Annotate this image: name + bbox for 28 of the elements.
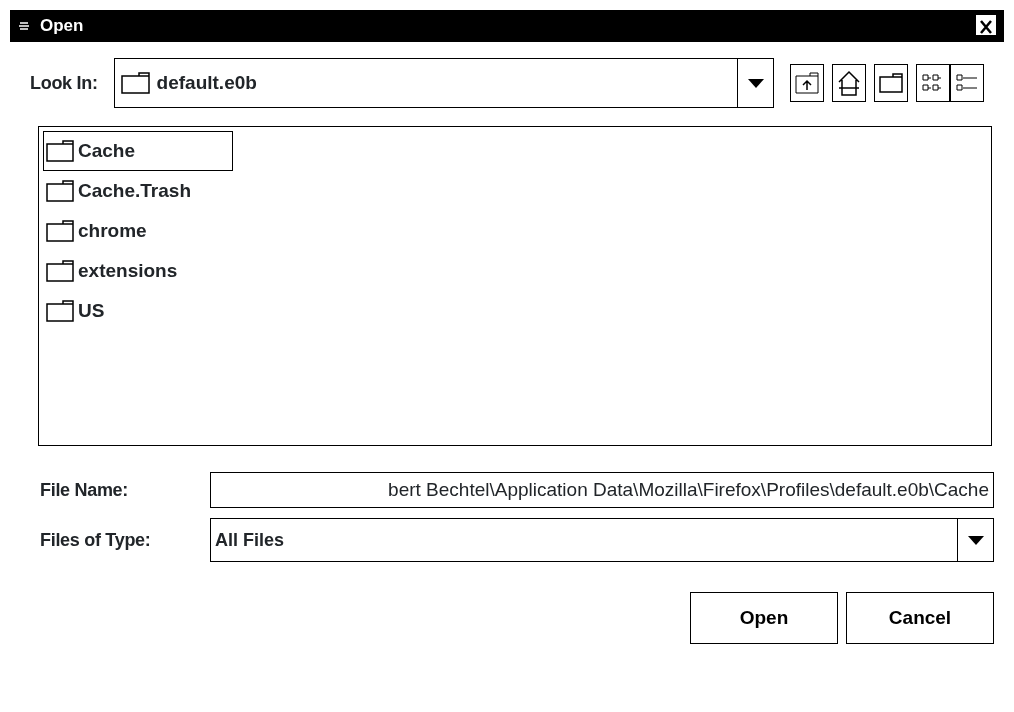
- close-button[interactable]: [976, 15, 996, 37]
- open-button[interactable]: Open: [690, 592, 838, 644]
- list-view-button[interactable]: [916, 64, 950, 102]
- file-type-label: Files of Type:: [40, 528, 152, 552]
- folder-icon: [46, 300, 74, 322]
- folder-icon: [46, 220, 74, 242]
- details-view-icon: [955, 72, 979, 94]
- home-icon: [837, 70, 861, 96]
- folder-icon: [46, 260, 74, 282]
- details-view-button[interactable]: [950, 64, 984, 102]
- window-title: Open: [40, 15, 84, 38]
- folder-icon: [46, 140, 74, 162]
- file-name-field[interactable]: bert Bechtel\Application Data\Mozilla\Firefox\Profiles\default.e0b\Cache: [210, 472, 994, 508]
- home-button[interactable]: [832, 64, 866, 102]
- look-in-dropdown[interactable]: default.e0b: [113, 58, 774, 108]
- look-in-label: Look In:: [30, 71, 98, 95]
- close-icon: [979, 18, 993, 35]
- folder-icon: [120, 72, 151, 94]
- cancel-button[interactable]: Cancel: [846, 592, 994, 644]
- folder-icon: [46, 180, 74, 202]
- up-folder-button[interactable]: [790, 64, 824, 102]
- file-list-item[interactable]: Cache: [43, 131, 233, 171]
- file-name-label: File Name:: [40, 478, 130, 502]
- menu-icon[interactable]: [18, 20, 30, 32]
- new-folder-button[interactable]: [874, 64, 908, 102]
- folder-icon: [879, 73, 903, 93]
- file-type-dropdown[interactable]: All Files: [210, 518, 994, 562]
- folder-arrow-icon: [795, 72, 819, 94]
